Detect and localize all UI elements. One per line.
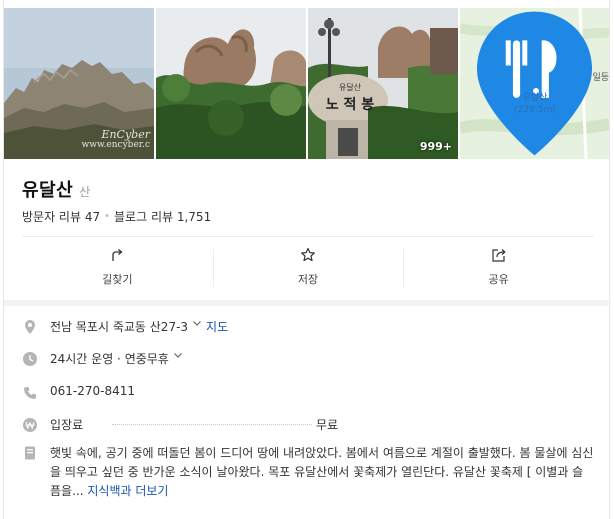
phone-row: 061-270-8411	[22, 384, 135, 399]
hours-text: 24시간 운영 · 연중무휴	[50, 352, 169, 366]
place-panel: EnCyber www.encyber.c 유달산 노 적 봉 999+ 유달산…	[3, 0, 611, 519]
admission-fee-row: 입장료 무료	[22, 416, 602, 433]
map-link[interactable]: 지도	[206, 318, 228, 335]
book-icon	[25, 446, 35, 460]
directions-label: 길찾기	[102, 273, 133, 286]
save-button[interactable]: 저장	[212, 237, 404, 297]
admission-fee-label: 입장료	[50, 418, 84, 432]
place-name: 유달산	[22, 180, 74, 201]
separator-dot: •	[104, 211, 111, 222]
photo-mountain-ridge[interactable]: EnCyber www.encyber.c	[4, 8, 154, 159]
address-text: 전남 목포시 죽교동 산27-3	[50, 320, 189, 334]
blog-review-link[interactable]: 블로그 리뷰 1,751	[114, 208, 211, 225]
location-map-thumbnail[interactable]: 유달산 (229.5m) 일등	[460, 8, 609, 159]
place-category: 산	[79, 185, 91, 199]
directions-button[interactable]: 길찾기	[22, 237, 213, 297]
section-separator	[4, 300, 611, 306]
location-pin-icon	[25, 320, 35, 334]
clock-icon	[23, 352, 37, 366]
description-row: 햇빛 속에, 공기 중에 떠돌던 봄이 드디어 땅에 내려앉았다. 봄에서 여름…	[22, 444, 594, 501]
phone-icon	[24, 387, 36, 399]
share-label: 공유	[488, 273, 509, 286]
directions-icon	[112, 249, 123, 261]
photo-nojeokbong-stone[interactable]: 유달산 노 적 봉 999+	[308, 8, 458, 159]
place-title-row: 유달산 산	[22, 176, 90, 202]
description-text: 햇빛 속에, 공기 중에 떠돌던 봄이 드디어 땅에 내려앉았다. 봄에서 여름…	[50, 444, 594, 501]
dotted-leader	[112, 416, 312, 425]
chevron-down-icon[interactable]	[173, 350, 183, 360]
map-pin-icon	[476, 11, 593, 156]
share-icon	[492, 249, 506, 262]
review-summary: 방문자 리뷰 47 • 블로그 리뷰 1,751	[22, 208, 211, 225]
share-button[interactable]: 공유	[403, 237, 594, 297]
won-icon	[23, 418, 37, 432]
map-pin-label: 유달산 (229.5m)	[514, 93, 556, 115]
star-icon	[301, 247, 315, 262]
stone-sign-small: 유달산	[338, 83, 362, 92]
visitor-review-link[interactable]: 방문자 리뷰 47	[22, 208, 100, 225]
save-label: 저장	[297, 273, 319, 286]
address-row: 전남 목포시 죽교동 산27-3 지도	[22, 318, 228, 335]
photo-strip: EnCyber www.encyber.c 유달산 노 적 봉 999+ 유달산…	[4, 8, 611, 159]
hours-row: 24시간 운영 · 연중무휴	[22, 350, 187, 367]
photo-watermark: EnCyber www.encyber.c	[81, 128, 150, 151]
map-edge-label: 일등	[592, 73, 609, 83]
encyclopedia-more-link[interactable]: 지식백과 더보기	[87, 484, 168, 498]
phone-number[interactable]: 061-270-8411	[50, 384, 135, 398]
photo-count-badge: 999+	[419, 140, 452, 153]
admission-fee-value: 무료	[316, 418, 339, 432]
photo-rock-forest[interactable]	[156, 8, 306, 159]
action-bar: 길찾기 저장 공유	[22, 237, 594, 297]
stone-sign-large: 노 적 봉	[325, 97, 375, 113]
chevron-down-icon[interactable]	[192, 318, 202, 328]
